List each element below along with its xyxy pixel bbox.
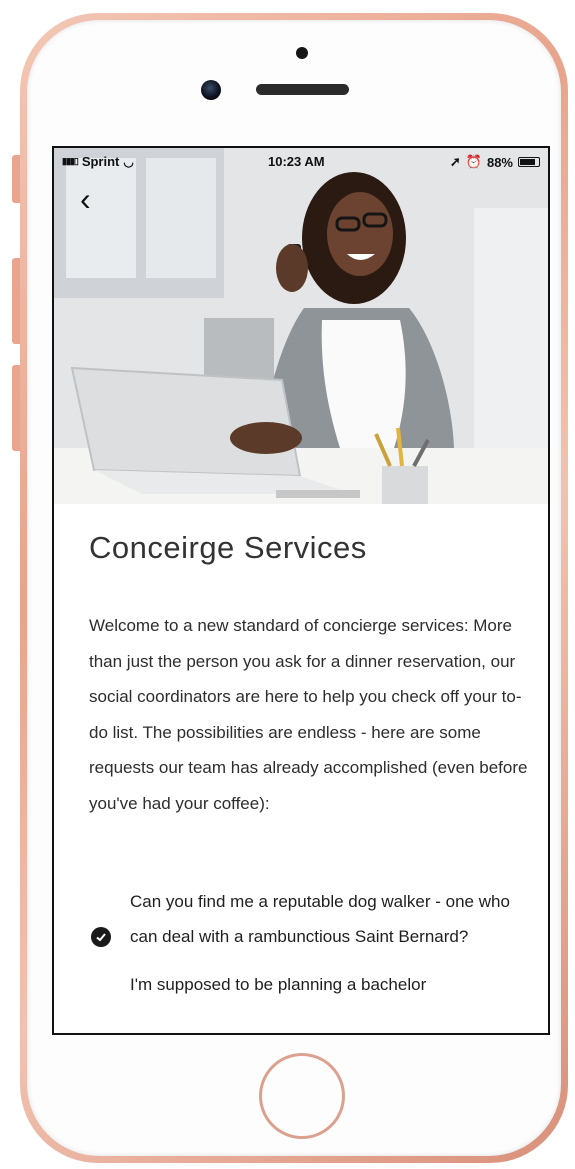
checkmark-icon (91, 927, 111, 947)
list-item: I'm supposed to be planning a bachelor (88, 967, 528, 1002)
hero-photo-illustration (54, 148, 548, 504)
back-button[interactable]: ‹ (80, 180, 110, 218)
mute-switch (12, 155, 20, 203)
signal-icon: ▮▮▮▯ (62, 156, 79, 166)
status-left: ▮▮▮▯ Sprint ◡ (62, 154, 134, 169)
intro-paragraph: Welcome to a new standard of concierge s… (89, 616, 528, 813)
location-icon: ➚ (449, 154, 461, 169)
request-text: I'm supposed to be planning a bachelor (130, 975, 427, 994)
status-bar: ▮▮▮▯ Sprint ◡ 10:23 AM ➚ ⏰ 88% (54, 148, 548, 174)
volume-up-button (12, 258, 20, 344)
chevron-left-icon: ‹ (80, 181, 91, 217)
battery-percent: 88% (486, 154, 513, 170)
content-area[interactable]: Conceirge Services Welcome to a new stan… (54, 504, 548, 1033)
page-title: Conceirge Services (89, 530, 367, 565)
carrier-label: Sprint (81, 154, 120, 169)
app-screen: ▮▮▮▯ Sprint ◡ 10:23 AM ➚ ⏰ 88% ‹ Conceir… (52, 146, 550, 1035)
proximity-sensor (296, 47, 308, 59)
hero-image: ▮▮▮▯ Sprint ◡ 10:23 AM ➚ ⏰ 88% ‹ (54, 148, 548, 504)
wifi-icon: ◡ (123, 154, 134, 169)
home-button[interactable] (259, 1053, 345, 1139)
battery-icon (518, 157, 540, 167)
status-right: ➚ ⏰ 88% (450, 154, 540, 170)
front-camera (201, 80, 221, 100)
request-text: Can you find me a reputable dog walker -… (130, 892, 510, 946)
alarm-icon: ⏰ (465, 154, 482, 169)
earpiece-speaker (256, 84, 349, 95)
clock: 10:23 AM (268, 154, 325, 169)
requests-list: Can you find me a reputable dog walker -… (88, 884, 528, 1015)
list-item: Can you find me a reputable dog walker -… (88, 884, 528, 954)
volume-down-button (12, 365, 20, 451)
